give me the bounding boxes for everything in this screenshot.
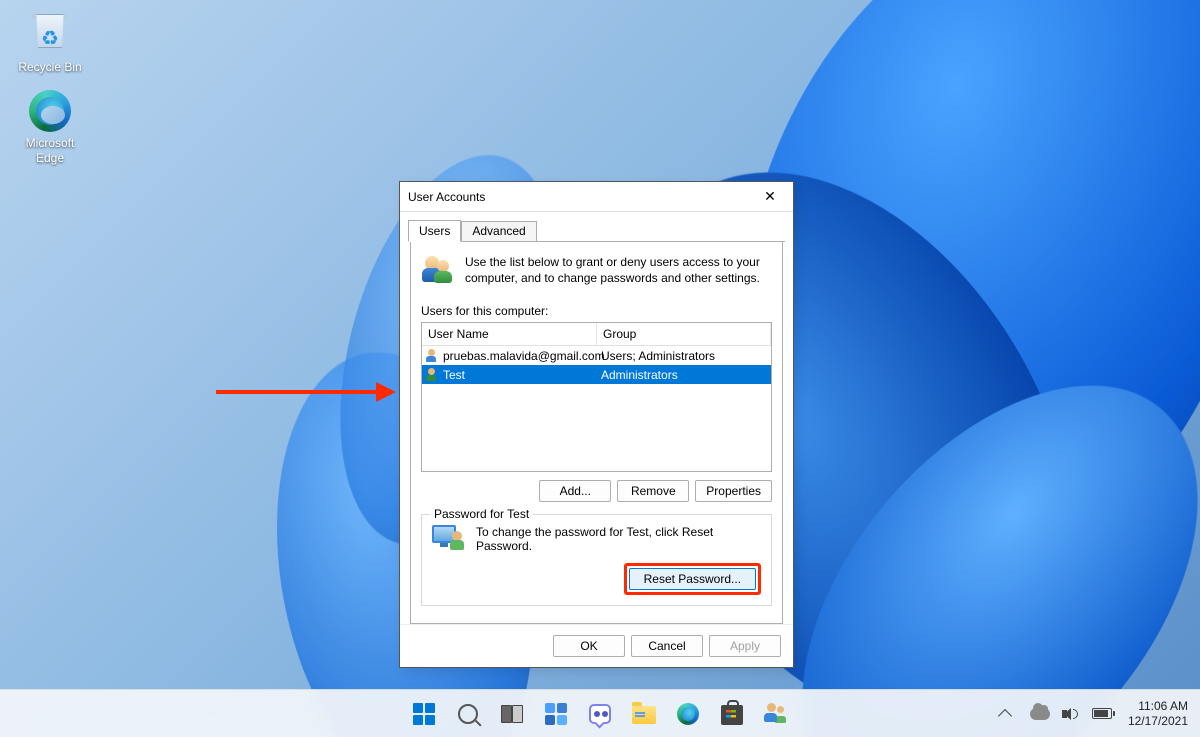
clock-date: 12/17/2021: [1128, 714, 1188, 729]
clock-time: 11:06 AM: [1128, 699, 1188, 714]
taskbar: 11:06 AM 12/17/2021: [0, 689, 1200, 737]
windows-logo-icon: [413, 703, 435, 725]
system-tray[interactable]: [1020, 694, 1122, 734]
tab-pane-users: Use the list below to grant or deny user…: [410, 242, 783, 624]
battery-icon: [1092, 708, 1112, 719]
dialog-footer: OK Cancel Apply: [400, 624, 793, 667]
tab-users[interactable]: Users: [408, 220, 461, 242]
chat-button[interactable]: [580, 694, 620, 734]
edge-button[interactable]: [668, 694, 708, 734]
close-button[interactable]: ✕: [747, 182, 793, 212]
recycle-bin-icon[interactable]: ♻ Recycle Bin: [12, 14, 88, 74]
onedrive-icon: [1030, 708, 1050, 720]
widgets-button[interactable]: [536, 694, 576, 734]
user-row-selected[interactable]: Test Administrators: [422, 365, 771, 384]
properties-button[interactable]: Properties: [695, 480, 772, 502]
desktop-icons: ♻ Recycle Bin Microsoft Edge: [12, 10, 88, 181]
user-name-cell: Test: [443, 368, 465, 382]
col-user-name[interactable]: User Name: [422, 323, 597, 345]
ok-button[interactable]: OK: [553, 635, 625, 657]
start-button[interactable]: [404, 694, 444, 734]
users-icon: [421, 254, 455, 288]
titlebar-title: User Accounts: [408, 190, 747, 204]
speaker-icon: [1062, 708, 1078, 720]
store-button[interactable]: [712, 694, 752, 734]
user-list-header: User Name Group: [422, 323, 771, 346]
titlebar[interactable]: User Accounts ✕: [400, 182, 793, 212]
taskbar-right: 11:06 AM 12/17/2021: [990, 694, 1194, 734]
clock[interactable]: 11:06 AM 12/17/2021: [1122, 699, 1194, 729]
recycle-bin-label: Recycle Bin: [12, 60, 88, 74]
tray-overflow[interactable]: [990, 694, 1020, 734]
search-icon: [458, 704, 478, 724]
annotation-highlight: Reset Password...: [624, 563, 761, 595]
password-groupbox: Password for Test To change the password…: [421, 514, 772, 606]
edge-glyph: [28, 90, 72, 134]
annotation-arrow: [216, 382, 396, 402]
groupbox-title: Password for Test: [430, 507, 533, 521]
people-icon: [764, 703, 788, 725]
folder-icon: [632, 706, 656, 724]
close-icon: ✕: [764, 188, 776, 205]
add-button[interactable]: Add...: [539, 480, 611, 502]
task-view-icon: [501, 705, 523, 723]
user-accounts-taskbar-button[interactable]: [756, 694, 796, 734]
password-icon: [432, 525, 466, 555]
tabs: Users Advanced: [408, 220, 785, 242]
user-list[interactable]: User Name Group pruebas.malavida@gmail.c…: [421, 322, 772, 472]
list-label: Users for this computer:: [421, 304, 772, 318]
intro-text: Use the list below to grant or deny user…: [465, 254, 772, 288]
apply-button[interactable]: Apply: [709, 635, 781, 657]
store-icon: [721, 705, 743, 725]
chevron-up-icon: [998, 708, 1012, 722]
user-icon: [426, 368, 440, 382]
user-row[interactable]: pruebas.malavida@gmail.com Users; Admini…: [422, 346, 771, 365]
search-button[interactable]: [448, 694, 488, 734]
cancel-button[interactable]: Cancel: [631, 635, 703, 657]
tab-advanced[interactable]: Advanced: [461, 221, 536, 241]
remove-button[interactable]: Remove: [617, 480, 689, 502]
groupbox-text: To change the password for Test, click R…: [476, 525, 761, 553]
task-view-button[interactable]: [492, 694, 532, 734]
chat-icon: [589, 704, 611, 724]
user-group-cell: Users; Administrators: [597, 349, 771, 363]
user-icon: [426, 349, 440, 363]
microsoft-edge-icon[interactable]: Microsoft Edge: [12, 90, 88, 165]
user-group-cell: Administrators: [597, 368, 771, 382]
user-name-cell: pruebas.malavida@gmail.com: [443, 349, 605, 363]
microsoft-edge-label: Microsoft Edge: [12, 136, 88, 165]
user-accounts-dialog: User Accounts ✕ Users Advanced Use the l…: [399, 181, 794, 668]
edge-icon: [677, 703, 699, 725]
taskbar-center: [404, 694, 796, 734]
widgets-icon: [545, 703, 567, 725]
col-group[interactable]: Group: [597, 323, 771, 345]
recycle-bin-glyph: ♻: [28, 14, 72, 58]
file-explorer-button[interactable]: [624, 694, 664, 734]
reset-password-button[interactable]: Reset Password...: [629, 568, 756, 590]
